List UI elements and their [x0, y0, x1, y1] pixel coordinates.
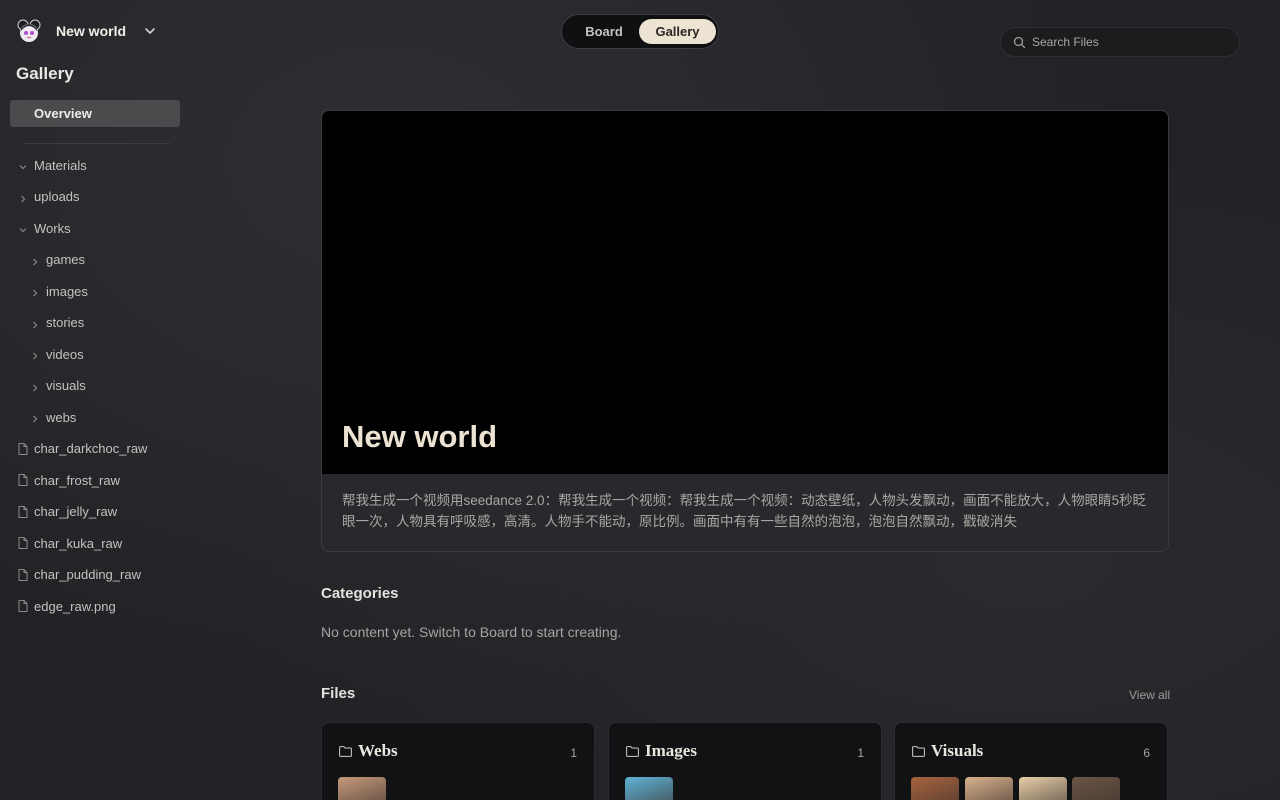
sidebar-item-label: games: [46, 252, 86, 267]
sidebar-file-item[interactable]: char_pudding_raw: [18, 565, 141, 585]
file-icon[interactable]: [18, 474, 28, 486]
sidebar-file-item[interactable]: char_frost_raw: [18, 470, 120, 490]
chevron-down-icon[interactable]: [18, 160, 28, 170]
workspace-name: New world: [56, 23, 127, 39]
folder-name: Visuals: [931, 741, 984, 760]
sidebar-item-label: stories: [46, 315, 85, 330]
sidebar-file-item[interactable]: char_kuka_raw: [18, 533, 122, 553]
file-icon[interactable]: [18, 442, 28, 455]
sidebar-item-label: char_darkchoc_raw: [34, 441, 148, 456]
folder-icon: [626, 744, 639, 757]
workspace-avatar-icon: [16, 18, 42, 44]
sidebar-file-item[interactable]: char_darkchoc_raw: [18, 439, 147, 459]
sidebar-item-label: webs: [46, 409, 77, 425]
chevron-right-icon[interactable]: [30, 286, 40, 297]
folder-card-visuals[interactable]: Visuals 6: [894, 722, 1168, 800]
folder-card-webs[interactable]: Webs 1: [321, 722, 595, 800]
sidebar-item-label: char_frost_raw: [34, 472, 120, 488]
chevron-right-icon[interactable]: [30, 318, 40, 328]
sidebar-folder-item[interactable]: Materials: [18, 155, 87, 175]
sidebar-item-label: images: [46, 283, 88, 299]
folder-card-images[interactable]: Images 1: [608, 722, 882, 800]
search-input[interactable]: [1032, 32, 1227, 52]
thumbnail[interactable]: [625, 777, 673, 800]
thumbnail[interactable]: [965, 777, 1013, 800]
chevron-right-icon[interactable]: [30, 381, 40, 391]
categories-title: Categories: [321, 585, 399, 602]
sidebar-item-label: char_pudding_raw: [34, 567, 141, 582]
workspace-switcher[interactable]: New world: [16, 18, 126, 44]
sidebar-item-overview[interactable]: Overview: [10, 100, 180, 127]
sidebar: New world Gallery Overview Materials uplo…: [0, 0, 190, 800]
sidebar-item-label: edge_raw.png: [34, 598, 116, 614]
sidebar-item-label: uploads: [34, 189, 80, 204]
folder-count: 6: [1143, 746, 1150, 760]
folder-name: Webs: [358, 741, 398, 760]
tab-board[interactable]: Board: [568, 19, 640, 44]
chevron-right-icon[interactable]: [30, 255, 40, 265]
sidebar-folder-item[interactable]: Works: [18, 218, 71, 238]
categories-empty-text: No content yet. Switch to Board to start…: [321, 624, 622, 640]
folder-count: 1: [570, 746, 577, 760]
sidebar-item-label: visuals: [46, 378, 86, 393]
sidebar-folder-item[interactable]: games: [30, 250, 85, 270]
folder-icon: [339, 744, 352, 757]
sidebar-divider: [24, 143, 170, 144]
file-icon[interactable]: [18, 537, 28, 549]
sidebar-folder-item[interactable]: videos: [30, 344, 84, 364]
thumbnail[interactable]: [1019, 777, 1067, 800]
file-icon[interactable]: [18, 505, 28, 518]
chevron-down-icon[interactable]: [143, 24, 157, 38]
sidebar-item-label: videos: [46, 346, 84, 362]
hero-card: New world 帮我生成一个视频用seedance 2.0：帮我生成一个视频…: [321, 110, 1169, 552]
view-toggle: Board Gallery: [561, 14, 719, 49]
sidebar-item-label: char_jelly_raw: [34, 504, 118, 519]
chevron-right-icon[interactable]: [30, 412, 40, 423]
hero-title: New world: [342, 419, 498, 454]
chevron-down-icon[interactable]: [18, 223, 28, 233]
chevron-right-icon[interactable]: [30, 349, 40, 360]
search-icon: [1013, 36, 1026, 49]
sidebar-item-label: Materials: [34, 157, 87, 173]
tab-gallery[interactable]: Gallery: [639, 19, 716, 44]
sidebar-item-label: char_kuka_raw: [34, 535, 123, 551]
file-icon[interactable]: [18, 600, 28, 612]
sidebar-folder-item[interactable]: visuals: [30, 376, 86, 396]
view-all-link[interactable]: View all: [1129, 688, 1170, 702]
sidebar-title: Gallery: [16, 64, 74, 83]
search-box: [1000, 27, 1240, 57]
sidebar-folder-item[interactable]: images: [30, 281, 88, 301]
sidebar-folder-item[interactable]: webs: [30, 407, 76, 427]
thumbnail[interactable]: [911, 777, 959, 800]
folder-name: Images: [645, 741, 697, 760]
thumbnail[interactable]: [1072, 777, 1120, 800]
sidebar-folder-item[interactable]: uploads: [18, 187, 80, 207]
folder-count: 1: [857, 746, 864, 760]
chevron-right-icon[interactable]: [18, 192, 28, 202]
sidebar-item-label: Works: [34, 220, 71, 236]
sidebar-file-item[interactable]: char_jelly_raw: [18, 502, 117, 522]
folder-icon: [912, 744, 925, 757]
hero-description: 帮我生成一个视频用seedance 2.0：帮我生成一个视频：帮我生成一个视频：…: [342, 493, 1147, 529]
sidebar-file-item[interactable]: edge_raw.png: [18, 596, 116, 616]
thumbnail[interactable]: [338, 777, 386, 800]
sidebar-folder-item[interactable]: stories: [30, 313, 84, 333]
files-title: Files: [321, 685, 356, 702]
file-icon[interactable]: [18, 568, 28, 581]
